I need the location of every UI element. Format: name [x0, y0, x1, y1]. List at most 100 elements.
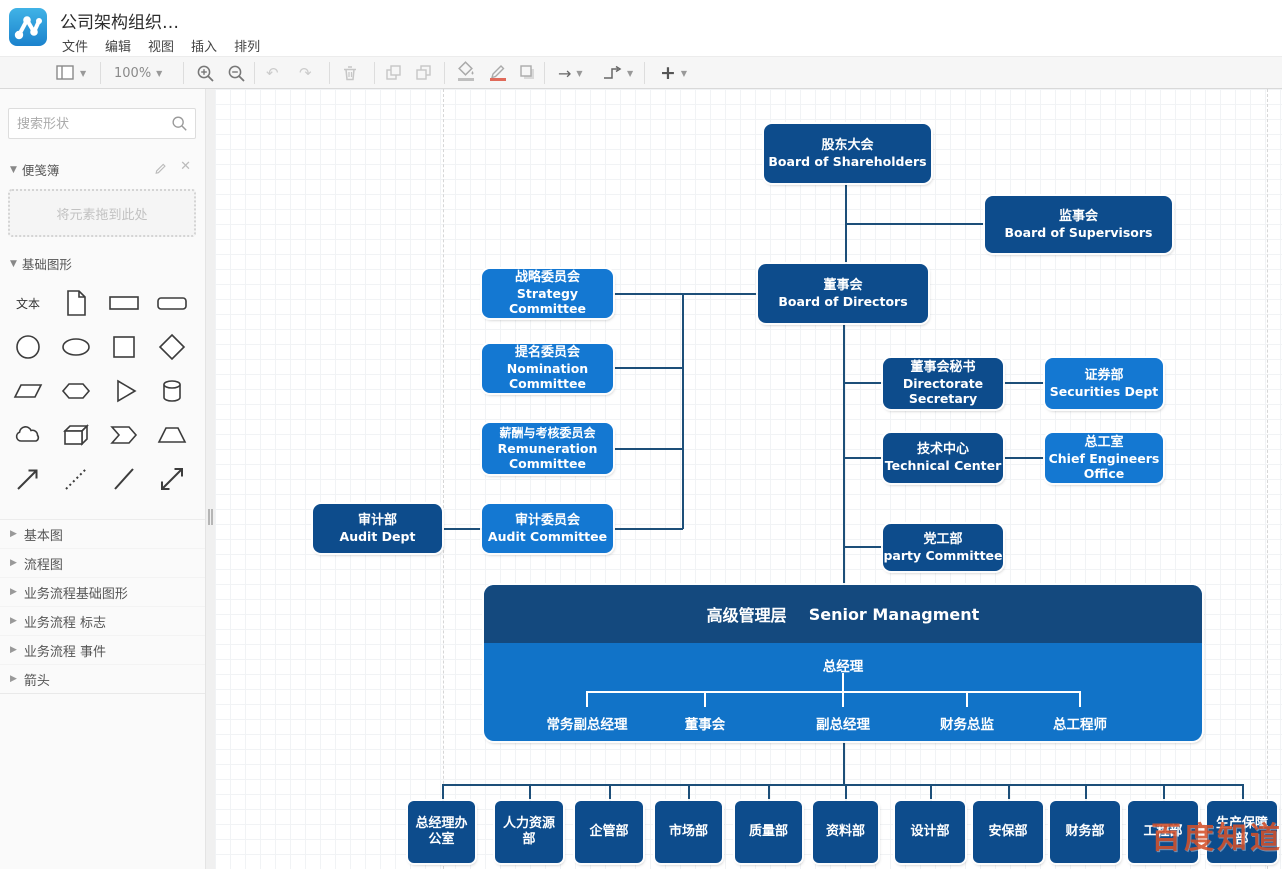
node-party-committee[interactable]: 党工部 party Committee	[883, 524, 1003, 571]
shape-cylinder[interactable]	[148, 369, 196, 413]
document-title[interactable]: 公司架构组织…	[60, 8, 179, 33]
dept-marketing[interactable]: 市场部	[655, 801, 722, 863]
node-audit-committee[interactable]: 审计委员会 Audit Committee	[482, 504, 613, 553]
edit-pencil-icon[interactable]	[154, 160, 168, 174]
page-view-button[interactable]: ▼	[55, 57, 86, 89]
node-label-en: Remuneration Committee	[482, 441, 613, 472]
shadow-icon	[518, 63, 538, 83]
shape-hexagon[interactable]	[52, 369, 100, 413]
shape-parallelogram[interactable]	[4, 369, 52, 413]
sidebar-collapse-handle[interactable]	[208, 509, 213, 525]
node-securities-dept[interactable]: 证券部 Securities Dept	[1045, 358, 1163, 409]
shape-circle[interactable]	[4, 325, 52, 369]
shape-search	[8, 108, 196, 139]
arrow-style-dropdown[interactable]: → ▼	[558, 57, 583, 89]
shape-ellipse[interactable]	[52, 325, 100, 369]
node-directorate-secretary[interactable]: 董事会秘书 Directorate Secretary	[883, 358, 1003, 409]
send-to-back-button[interactable]	[414, 57, 432, 89]
redo-button[interactable]: ↷	[299, 57, 312, 89]
shape-cloud[interactable]	[4, 413, 52, 457]
role-general-manager[interactable]: 总经理	[823, 655, 864, 675]
sidebar-section-bpmn-signs[interactable]: ▶业务流程 标志	[0, 607, 205, 636]
dept-archives[interactable]: 资料部	[813, 801, 878, 863]
node-label-zh: 董事会	[823, 278, 862, 294]
dept-gm-office[interactable]: 总经理办公室	[408, 801, 475, 863]
dept-security[interactable]: 安保部	[973, 801, 1043, 863]
trapezoid-icon	[156, 420, 188, 450]
search-icon[interactable]	[171, 115, 188, 132]
shape-rectangle[interactable]	[100, 281, 148, 325]
dept-enterprise-mgmt[interactable]: 企管部	[575, 801, 643, 863]
connector	[1008, 784, 1010, 801]
sidebar-section-flowchart[interactable]: ▶流程图	[0, 549, 205, 578]
hexagon-icon	[60, 376, 92, 406]
shape-text[interactable]: 文本	[4, 281, 52, 325]
connector	[843, 546, 883, 548]
node-label-en: Board of Shareholders	[768, 154, 926, 169]
shape-square[interactable]	[100, 325, 148, 369]
diagram-canvas[interactable]: 股东大会 Board of Shareholders 监事会 Board of …	[215, 89, 1282, 869]
node-remuneration-committee[interactable]: 薪酬与考核委员会 Remuneration Committee	[482, 423, 613, 474]
zoom-in-button[interactable]	[196, 57, 215, 89]
sidebar-section-bpmn-events[interactable]: ▶业务流程 事件	[0, 636, 205, 665]
shape-line[interactable]	[100, 457, 148, 501]
menu-edit[interactable]: 编辑	[105, 36, 131, 55]
role-deputy-gm[interactable]: 副总经理	[816, 713, 870, 733]
menu-file[interactable]: 文件	[62, 36, 88, 55]
shape-page[interactable]	[52, 281, 100, 325]
dept-finance[interactable]: 财务部	[1050, 801, 1120, 863]
sidebar-section-arrows[interactable]: ▶箭头	[0, 665, 205, 694]
sidebar-section-basic[interactable]: ▶基本图	[0, 520, 205, 549]
undo-button[interactable]: ↶	[266, 57, 279, 89]
zoom-out-button[interactable]	[227, 57, 246, 89]
shape-double-arrow[interactable]	[148, 457, 196, 501]
role-cfo[interactable]: 财务总监	[940, 713, 994, 733]
shape-trapezoid[interactable]	[148, 413, 196, 457]
shape-diamond[interactable]	[148, 325, 196, 369]
basic-shapes-header[interactable]: ▼ 基础图形	[10, 254, 72, 273]
sidebar-resize-gutter[interactable]	[205, 89, 215, 869]
shape-chevron[interactable]	[100, 413, 148, 457]
connector	[613, 528, 683, 530]
connector-style-dropdown[interactable]: ▼	[602, 57, 633, 89]
node-technical-center[interactable]: 技术中心 Technical Center	[883, 433, 1003, 483]
line-color-button[interactable]	[488, 57, 508, 89]
app-logo-icon[interactable]	[8, 7, 48, 47]
shape-dotted-line[interactable]	[52, 457, 100, 501]
watermark: 百度知道	[1151, 813, 1282, 857]
scratchpad-header[interactable]: ▼ 便笺簿	[10, 160, 59, 179]
role-exec-deputy-gm[interactable]: 常务副总经理	[547, 713, 628, 733]
node-nomination-committee[interactable]: 提名委员会 Nomination Committee	[482, 344, 613, 393]
menu-insert[interactable]: 插入	[191, 36, 217, 55]
shape-triangle[interactable]	[100, 369, 148, 413]
add-shape-dropdown[interactable]: + ▼	[660, 57, 687, 89]
node-supervisors[interactable]: 监事会 Board of Supervisors	[985, 196, 1172, 253]
zoom-out-icon	[227, 64, 246, 83]
dept-quality[interactable]: 质量部	[735, 801, 802, 863]
sidebar-section-bpmn-basic[interactable]: ▶业务流程基础图形	[0, 578, 205, 607]
node-chief-engineers-office[interactable]: 总工室 Chief Engineers Office	[1045, 433, 1163, 483]
menu-view[interactable]: 视图	[148, 36, 174, 55]
search-input[interactable]	[17, 110, 167, 137]
node-shareholders[interactable]: 股东大会 Board of Shareholders	[764, 124, 931, 183]
node-audit-dept[interactable]: 审计部 Audit Dept	[313, 504, 442, 553]
senior-management-header: 高级管理层 Senior Managment	[484, 585, 1202, 643]
role-board[interactable]: 董事会	[685, 713, 726, 733]
shadow-button[interactable]	[518, 57, 538, 89]
menu-arrange[interactable]: 排列	[234, 36, 260, 55]
shape-rounded-rectangle[interactable]	[148, 281, 196, 325]
bring-to-front-button[interactable]	[384, 57, 402, 89]
node-directors[interactable]: 董事会 Board of Directors	[758, 264, 928, 323]
node-strategy-committee[interactable]: 战略委员会 Strategy Committee	[482, 269, 613, 318]
fill-color-button[interactable]	[456, 57, 476, 89]
dept-design[interactable]: 设计部	[895, 801, 965, 863]
shape-cube[interactable]	[52, 413, 100, 457]
delete-button[interactable]	[341, 57, 359, 89]
scratchpad-dropzone[interactable]: 将元素拖到此处	[8, 189, 196, 237]
role-chief-engineer[interactable]: 总工程师	[1053, 713, 1107, 733]
zoom-level-dropdown[interactable]: 100%▼	[114, 57, 162, 89]
dept-hr[interactable]: 人力资源部	[495, 801, 563, 863]
connector	[1242, 784, 1244, 801]
shape-arrow[interactable]	[4, 457, 52, 501]
close-icon[interactable]: ✕	[180, 159, 191, 174]
